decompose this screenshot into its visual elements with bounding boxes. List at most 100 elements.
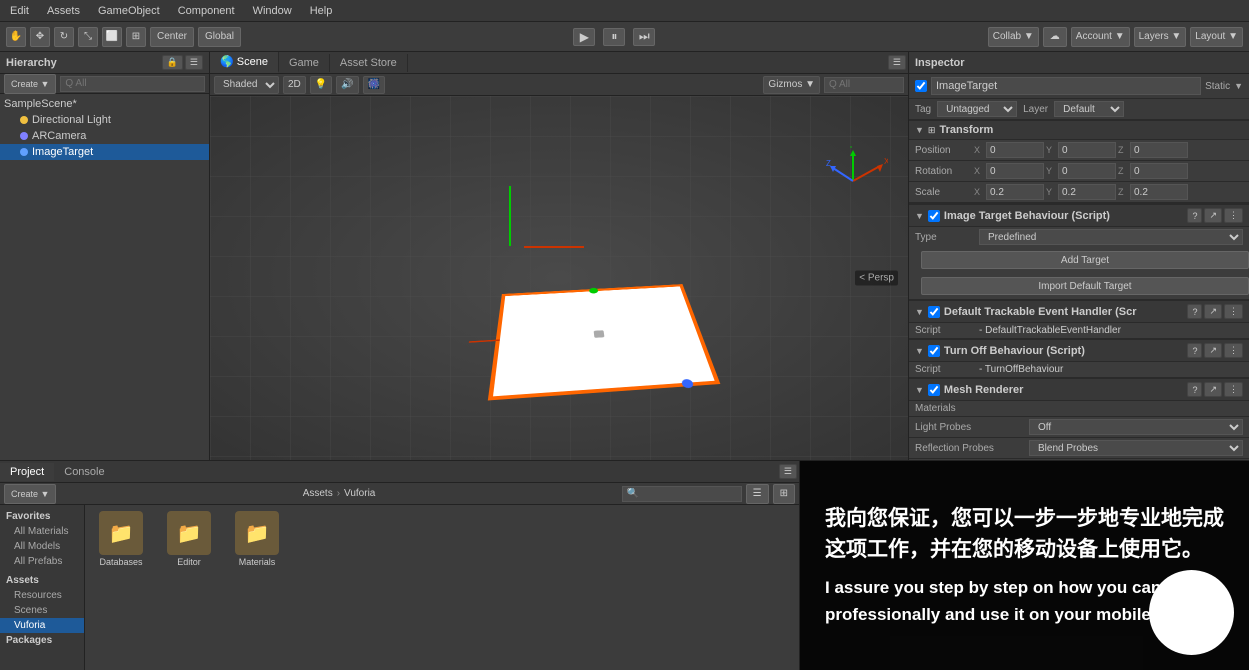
tab-console[interactable]: Console [54, 463, 114, 481]
project-sort[interactable]: ☰ [746, 484, 769, 504]
scale-y-input[interactable] [1058, 184, 1116, 200]
tab-game[interactable]: Game [279, 54, 330, 72]
sidebar-vuforia[interactable]: Vuforia [0, 618, 84, 633]
hierarchy-pin[interactable]: 🔒 [162, 55, 183, 70]
scale-x-input[interactable] [986, 184, 1044, 200]
cloud-btn[interactable]: ☁ [1043, 27, 1067, 47]
mesh-btn2[interactable]: ↗ [1204, 382, 1222, 397]
pivot-center-btn[interactable]: Center [150, 27, 194, 47]
scene-view[interactable]: Y X Z < Persp [210, 96, 908, 460]
project-create-btn[interactable]: Create ▼ [4, 484, 56, 504]
create-btn[interactable]: Create ▼ [4, 74, 56, 94]
scene-search[interactable] [824, 77, 904, 93]
2d-btn[interactable]: 2D [283, 76, 306, 94]
scale-z-input[interactable] [1130, 184, 1188, 200]
sidebar-scenes[interactable]: Scenes [0, 603, 84, 618]
to-enabled[interactable] [928, 345, 940, 357]
breadcrumb-vuforia[interactable]: Vuforia [344, 488, 375, 499]
project-menu[interactable]: ☰ [779, 464, 797, 479]
trackable-header[interactable]: ▼ Default Trackable Event Handler (Scr ?… [909, 300, 1249, 323]
light-probes-dropdown[interactable]: Off [1029, 419, 1243, 435]
menu-help[interactable]: Help [304, 3, 339, 19]
sidebar-assets[interactable]: Assets [0, 573, 84, 588]
tool-scale[interactable]: ⤡ [78, 27, 98, 47]
scene-close-btn[interactable]: ☰ [888, 55, 906, 70]
tab-asset-store[interactable]: Asset Store [330, 54, 408, 72]
to-btn2[interactable]: ↗ [1204, 343, 1222, 358]
object-name-field[interactable] [931, 77, 1201, 95]
tool-move[interactable]: ✥ [30, 27, 50, 47]
tab-project[interactable]: Project [0, 463, 54, 481]
sidebar-packages[interactable]: Packages [0, 633, 84, 648]
mesh-btn1[interactable]: ? [1187, 382, 1202, 397]
rot-x-input[interactable] [986, 163, 1044, 179]
tr-btn2[interactable]: ↗ [1204, 304, 1222, 319]
it-script-btn1[interactable]: ? [1187, 208, 1202, 223]
vfx-btn[interactable]: 🎆 [363, 76, 385, 94]
tr-btn1[interactable]: ? [1187, 304, 1202, 319]
tool-multi[interactable]: ⊞ [126, 27, 146, 47]
tool-hand[interactable]: ✋ [6, 27, 26, 47]
pos-z-input[interactable] [1130, 142, 1188, 158]
gizmos-btn[interactable]: Gizmos ▼ [763, 76, 820, 94]
lights-btn[interactable]: 💡 [310, 76, 332, 94]
object-enabled-checkbox[interactable] [915, 80, 927, 92]
pos-x-input[interactable] [986, 142, 1044, 158]
hierarchy-menu[interactable]: ☰ [185, 55, 203, 70]
file-editor[interactable]: 📁 Editor [159, 511, 219, 567]
tool-rotate[interactable]: ↻ [54, 27, 74, 47]
image-target-header[interactable]: ▼ Image Target Behaviour (Script) ? ↗ ⋮ [909, 204, 1249, 227]
static-arrow[interactable]: ▼ [1234, 81, 1243, 91]
import-target-btn[interactable]: Import Default Target [921, 277, 1249, 295]
file-databases[interactable]: 📁 Databases [91, 511, 151, 567]
rot-z-input[interactable] [1130, 163, 1188, 179]
tr-btn3[interactable]: ⋮ [1224, 304, 1243, 319]
project-search[interactable] [622, 486, 742, 502]
breadcrumb-assets[interactable]: Assets [303, 488, 333, 499]
play-button[interactable]: ▶ [573, 28, 595, 46]
menu-gameobject[interactable]: GameObject [92, 3, 166, 19]
tag-dropdown[interactable]: Untagged [937, 101, 1017, 117]
sidebar-resources[interactable]: Resources [0, 588, 84, 603]
it-script-btn3[interactable]: ⋮ [1224, 208, 1243, 223]
collab-btn[interactable]: Collab ▼ [988, 27, 1039, 47]
mesh-header[interactable]: ▼ Mesh Renderer ? ↗ ⋮ [909, 378, 1249, 401]
shading-dropdown[interactable]: Shaded [214, 76, 279, 94]
turnoff-header[interactable]: ▼ Turn Off Behaviour (Script) ? ↗ ⋮ [909, 339, 1249, 362]
mesh-enabled[interactable] [928, 384, 940, 396]
scene-name-item[interactable]: SampleScene* [0, 96, 209, 112]
file-materials[interactable]: 📁 Materials [227, 511, 287, 567]
audio-btn[interactable]: 🔊 [336, 76, 358, 94]
sidebar-all-materials[interactable]: All Materials [0, 524, 84, 539]
layout-btn[interactable]: Layout ▼ [1190, 27, 1243, 47]
it-type-dropdown[interactable]: Predefined [979, 229, 1243, 245]
pos-y-input[interactable] [1058, 142, 1116, 158]
layer-dropdown[interactable]: Default [1054, 101, 1124, 117]
it-enabled[interactable] [928, 210, 940, 222]
to-btn1[interactable]: ? [1187, 343, 1202, 358]
tab-scene[interactable]: 🌎 Scene [210, 52, 279, 73]
add-target-btn[interactable]: Add Target [921, 251, 1249, 269]
it-script-btn2[interactable]: ↗ [1204, 208, 1222, 223]
pivot-global-btn[interactable]: Global [198, 27, 241, 47]
sidebar-favorites[interactable]: Favorites [0, 509, 84, 524]
hierarchy-item-light[interactable]: Directional Light [0, 112, 209, 128]
step-button[interactable]: ⏭ [633, 28, 655, 46]
tool-rect[interactable]: ⬜ [102, 27, 122, 47]
transform-section-header[interactable]: ▼ ⊞ Transform [909, 120, 1249, 140]
rot-y-input[interactable] [1058, 163, 1116, 179]
account-btn[interactable]: Account ▼ [1071, 27, 1130, 47]
menu-assets[interactable]: Assets [41, 3, 86, 19]
hierarchy-item-target[interactable]: ImageTarget [0, 144, 209, 160]
layers-btn[interactable]: Layers ▼ [1134, 27, 1187, 47]
hierarchy-item-camera[interactable]: ARCamera [0, 128, 209, 144]
menu-component[interactable]: Component [172, 3, 241, 19]
tr-enabled[interactable] [928, 306, 940, 318]
mesh-btn3[interactable]: ⋮ [1224, 382, 1243, 397]
hierarchy-search[interactable] [60, 76, 205, 92]
menu-edit[interactable]: Edit [4, 3, 35, 19]
to-btn3[interactable]: ⋮ [1224, 343, 1243, 358]
project-view[interactable]: ⊞ [773, 484, 795, 504]
pause-button[interactable]: ⏸ [603, 28, 625, 46]
menu-window[interactable]: Window [247, 3, 298, 19]
